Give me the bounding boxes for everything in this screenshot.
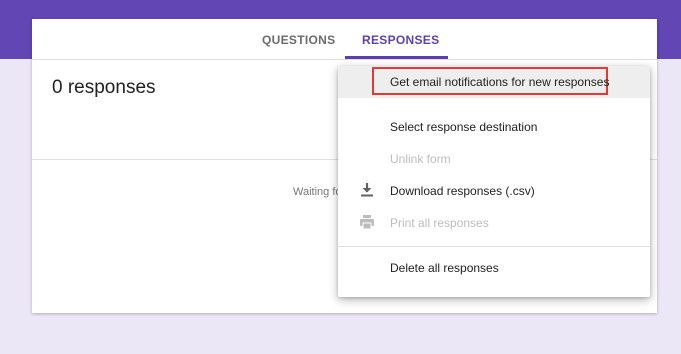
menu-item-unlink-form: Unlink form — [338, 143, 650, 175]
menu-item-delete-all[interactable]: Delete all responses — [338, 252, 650, 284]
active-tab-indicator — [345, 56, 448, 59]
response-count: 0 responses — [52, 77, 156, 98]
menu-item-print-responses: Print all responses — [338, 207, 650, 239]
menu-item-label: Print all responses — [390, 216, 489, 230]
menu-item-email-notifications[interactable]: Get email notifications for new response… — [338, 66, 650, 98]
waiting-message: Waiting fo — [293, 186, 342, 198]
menu-item-select-destination[interactable]: Select response destination — [338, 111, 650, 143]
tab-bar: QUESTIONS RESPONSES — [32, 19, 657, 60]
tab-responses[interactable]: RESPONSES — [362, 33, 439, 47]
print-icon — [358, 213, 376, 231]
menu-item-label: Unlink form — [390, 152, 451, 166]
tab-questions[interactable]: QUESTIONS — [262, 33, 335, 47]
menu-item-download-csv[interactable]: Download responses (.csv) — [338, 175, 650, 207]
download-icon — [358, 181, 376, 199]
menu-item-label: Download responses (.csv) — [390, 184, 535, 198]
menu-item-label: Get email notifications for new response… — [390, 75, 610, 89]
menu-item-label: Select response destination — [390, 120, 538, 134]
responses-more-menu: Get email notifications for new response… — [338, 66, 650, 297]
menu-item-label: Delete all responses — [390, 261, 499, 275]
menu-divider — [338, 246, 650, 247]
